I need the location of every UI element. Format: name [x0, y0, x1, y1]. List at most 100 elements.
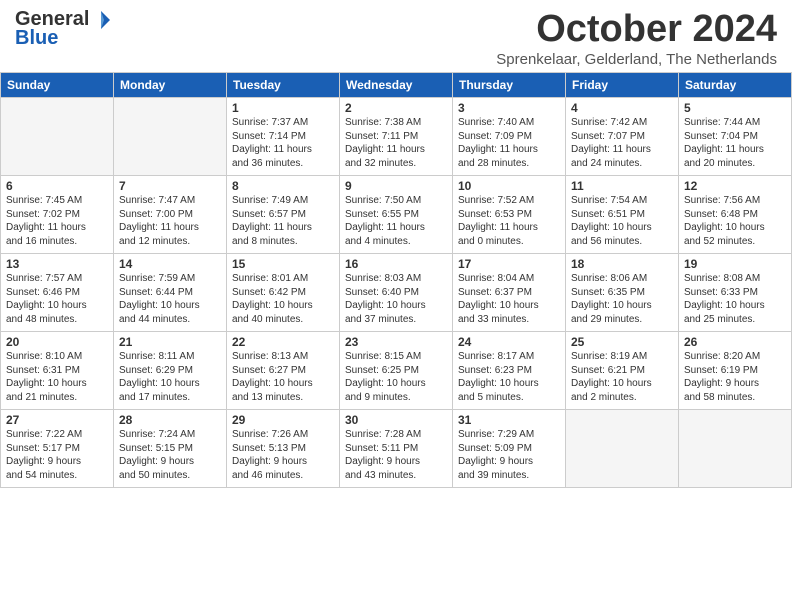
cell-content-line: Sunrise: 8:03 AM — [345, 272, 447, 286]
cell-content-line: and 17 minutes. — [119, 391, 221, 405]
cell-content-line: Daylight: 11 hours — [6, 221, 108, 235]
cell-content-line: Sunrise: 8:01 AM — [232, 272, 334, 286]
calendar-cell: 20Sunrise: 8:10 AMSunset: 6:31 PMDayligh… — [1, 332, 114, 410]
day-number: 6 — [6, 179, 108, 193]
cell-content-line: Sunrise: 7:24 AM — [119, 428, 221, 442]
cell-content-line: Sunset: 6:48 PM — [684, 208, 786, 222]
calendar-header-row: SundayMondayTuesdayWednesdayThursdayFrid… — [1, 73, 792, 98]
calendar-cell: 2Sunrise: 7:38 AMSunset: 7:11 PMDaylight… — [340, 98, 453, 176]
cell-content-line: and 36 minutes. — [232, 157, 334, 171]
cell-content-line: and 32 minutes. — [345, 157, 447, 171]
cell-content-line: Sunrise: 8:04 AM — [458, 272, 560, 286]
day-number: 29 — [232, 413, 334, 427]
cell-content-line: Daylight: 11 hours — [232, 143, 334, 157]
cell-content-line: Sunset: 7:07 PM — [571, 130, 673, 144]
cell-content-line: Daylight: 10 hours — [684, 299, 786, 313]
cell-content-line: Sunrise: 7:38 AM — [345, 116, 447, 130]
cell-content-line: and 50 minutes. — [119, 469, 221, 483]
cell-content-line: Sunset: 7:11 PM — [345, 130, 447, 144]
calendar-cell: 27Sunrise: 7:22 AMSunset: 5:17 PMDayligh… — [1, 410, 114, 488]
cell-content-line: and 21 minutes. — [6, 391, 108, 405]
cell-content-line: Daylight: 10 hours — [571, 299, 673, 313]
cell-content-line: Daylight: 10 hours — [232, 377, 334, 391]
calendar-cell: 16Sunrise: 8:03 AMSunset: 6:40 PMDayligh… — [340, 254, 453, 332]
cell-content-line: Daylight: 9 hours — [119, 455, 221, 469]
calendar-header-wednesday: Wednesday — [340, 73, 453, 98]
calendar-cell — [1, 98, 114, 176]
cell-content-line: Sunrise: 7:56 AM — [684, 194, 786, 208]
day-number: 7 — [119, 179, 221, 193]
calendar-cell: 24Sunrise: 8:17 AMSunset: 6:23 PMDayligh… — [453, 332, 566, 410]
day-number: 17 — [458, 257, 560, 271]
day-number: 10 — [458, 179, 560, 193]
cell-content-line: Daylight: 9 hours — [458, 455, 560, 469]
cell-content-line: Daylight: 10 hours — [571, 221, 673, 235]
calendar-header-sunday: Sunday — [1, 73, 114, 98]
calendar-cell: 28Sunrise: 7:24 AMSunset: 5:15 PMDayligh… — [114, 410, 227, 488]
cell-content-line: Sunrise: 8:17 AM — [458, 350, 560, 364]
cell-content-line: Sunrise: 7:42 AM — [571, 116, 673, 130]
cell-content-line: and 39 minutes. — [458, 469, 560, 483]
day-number: 23 — [345, 335, 447, 349]
header: General Blue October 2024 Sprenkelaar, G… — [0, 0, 792, 72]
day-number: 31 — [458, 413, 560, 427]
cell-content-line: Sunset: 6:35 PM — [571, 286, 673, 300]
calendar-header-friday: Friday — [566, 73, 679, 98]
cell-content-line: and 28 minutes. — [458, 157, 560, 171]
calendar-header-thursday: Thursday — [453, 73, 566, 98]
cell-content-line: and 4 minutes. — [345, 235, 447, 249]
cell-content-line: Sunrise: 8:20 AM — [684, 350, 786, 364]
cell-content-line: and 5 minutes. — [458, 391, 560, 405]
cell-content-line: Sunset: 5:17 PM — [6, 442, 108, 456]
day-number: 21 — [119, 335, 221, 349]
day-number: 15 — [232, 257, 334, 271]
cell-content-line: Sunset: 7:14 PM — [232, 130, 334, 144]
cell-content-line: and 44 minutes. — [119, 313, 221, 327]
cell-content-line: Sunset: 6:40 PM — [345, 286, 447, 300]
calendar-header-monday: Monday — [114, 73, 227, 98]
calendar-cell: 5Sunrise: 7:44 AMSunset: 7:04 PMDaylight… — [679, 98, 792, 176]
cell-content-line: Sunrise: 8:13 AM — [232, 350, 334, 364]
day-number: 12 — [684, 179, 786, 193]
cell-content-line: Sunset: 7:04 PM — [684, 130, 786, 144]
cell-content-line: Daylight: 11 hours — [345, 221, 447, 235]
calendar-cell: 18Sunrise: 8:06 AMSunset: 6:35 PMDayligh… — [566, 254, 679, 332]
cell-content-line: Sunrise: 8:06 AM — [571, 272, 673, 286]
cell-content-line: Daylight: 10 hours — [458, 377, 560, 391]
cell-content-line: Sunset: 6:57 PM — [232, 208, 334, 222]
cell-content-line: Daylight: 11 hours — [345, 143, 447, 157]
cell-content-line: Sunset: 5:09 PM — [458, 442, 560, 456]
cell-content-line: Daylight: 11 hours — [684, 143, 786, 157]
logo: General Blue — [15, 8, 113, 50]
cell-content-line: Sunrise: 7:57 AM — [6, 272, 108, 286]
cell-content-line: and 33 minutes. — [458, 313, 560, 327]
cell-content-line: Sunset: 6:25 PM — [345, 364, 447, 378]
cell-content-line: Sunrise: 7:44 AM — [684, 116, 786, 130]
calendar-cell: 11Sunrise: 7:54 AMSunset: 6:51 PMDayligh… — [566, 176, 679, 254]
cell-content-line: Daylight: 9 hours — [684, 377, 786, 391]
calendar-cell: 9Sunrise: 7:50 AMSunset: 6:55 PMDaylight… — [340, 176, 453, 254]
calendar-cell: 29Sunrise: 7:26 AMSunset: 5:13 PMDayligh… — [227, 410, 340, 488]
calendar-cell: 22Sunrise: 8:13 AMSunset: 6:27 PMDayligh… — [227, 332, 340, 410]
calendar-week-2: 13Sunrise: 7:57 AMSunset: 6:46 PMDayligh… — [1, 254, 792, 332]
cell-content-line: and 9 minutes. — [345, 391, 447, 405]
cell-content-line: and 54 minutes. — [6, 469, 108, 483]
calendar-cell: 15Sunrise: 8:01 AMSunset: 6:42 PMDayligh… — [227, 254, 340, 332]
cell-content-line: Sunset: 7:00 PM — [119, 208, 221, 222]
cell-content-line: Daylight: 11 hours — [458, 143, 560, 157]
cell-content-line: Daylight: 9 hours — [232, 455, 334, 469]
cell-content-line: Sunrise: 7:40 AM — [458, 116, 560, 130]
cell-content-line: Daylight: 11 hours — [119, 221, 221, 235]
cell-content-line: Sunset: 6:29 PM — [119, 364, 221, 378]
calendar-cell: 21Sunrise: 8:11 AMSunset: 6:29 PMDayligh… — [114, 332, 227, 410]
cell-content-line: and 13 minutes. — [232, 391, 334, 405]
cell-content-line: Daylight: 10 hours — [345, 299, 447, 313]
cell-content-line: Sunset: 6:37 PM — [458, 286, 560, 300]
day-number: 8 — [232, 179, 334, 193]
cell-content-line: Sunset: 6:55 PM — [345, 208, 447, 222]
cell-content-line: and 40 minutes. — [232, 313, 334, 327]
cell-content-line: Sunset: 6:27 PM — [232, 364, 334, 378]
calendar-cell: 1Sunrise: 7:37 AMSunset: 7:14 PMDaylight… — [227, 98, 340, 176]
cell-content-line: Daylight: 10 hours — [458, 299, 560, 313]
cell-content-line: Sunrise: 7:22 AM — [6, 428, 108, 442]
